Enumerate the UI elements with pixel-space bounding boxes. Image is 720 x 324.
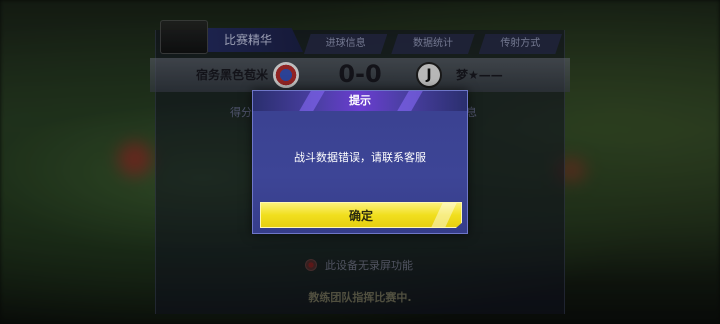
header-decoration [397, 91, 423, 111]
header-decoration [299, 91, 325, 111]
confirm-button-label: 确定 [348, 209, 373, 223]
dialog-header: 提示 [253, 91, 467, 111]
dialog-title: 提示 [349, 94, 371, 107]
dialog-message: 战斗数据错误，请联系客服 [294, 151, 426, 164]
alert-dialog: 提示 战斗数据错误，请联系客服 确定 [252, 90, 468, 234]
confirm-button[interactable]: 确定 [260, 202, 462, 228]
